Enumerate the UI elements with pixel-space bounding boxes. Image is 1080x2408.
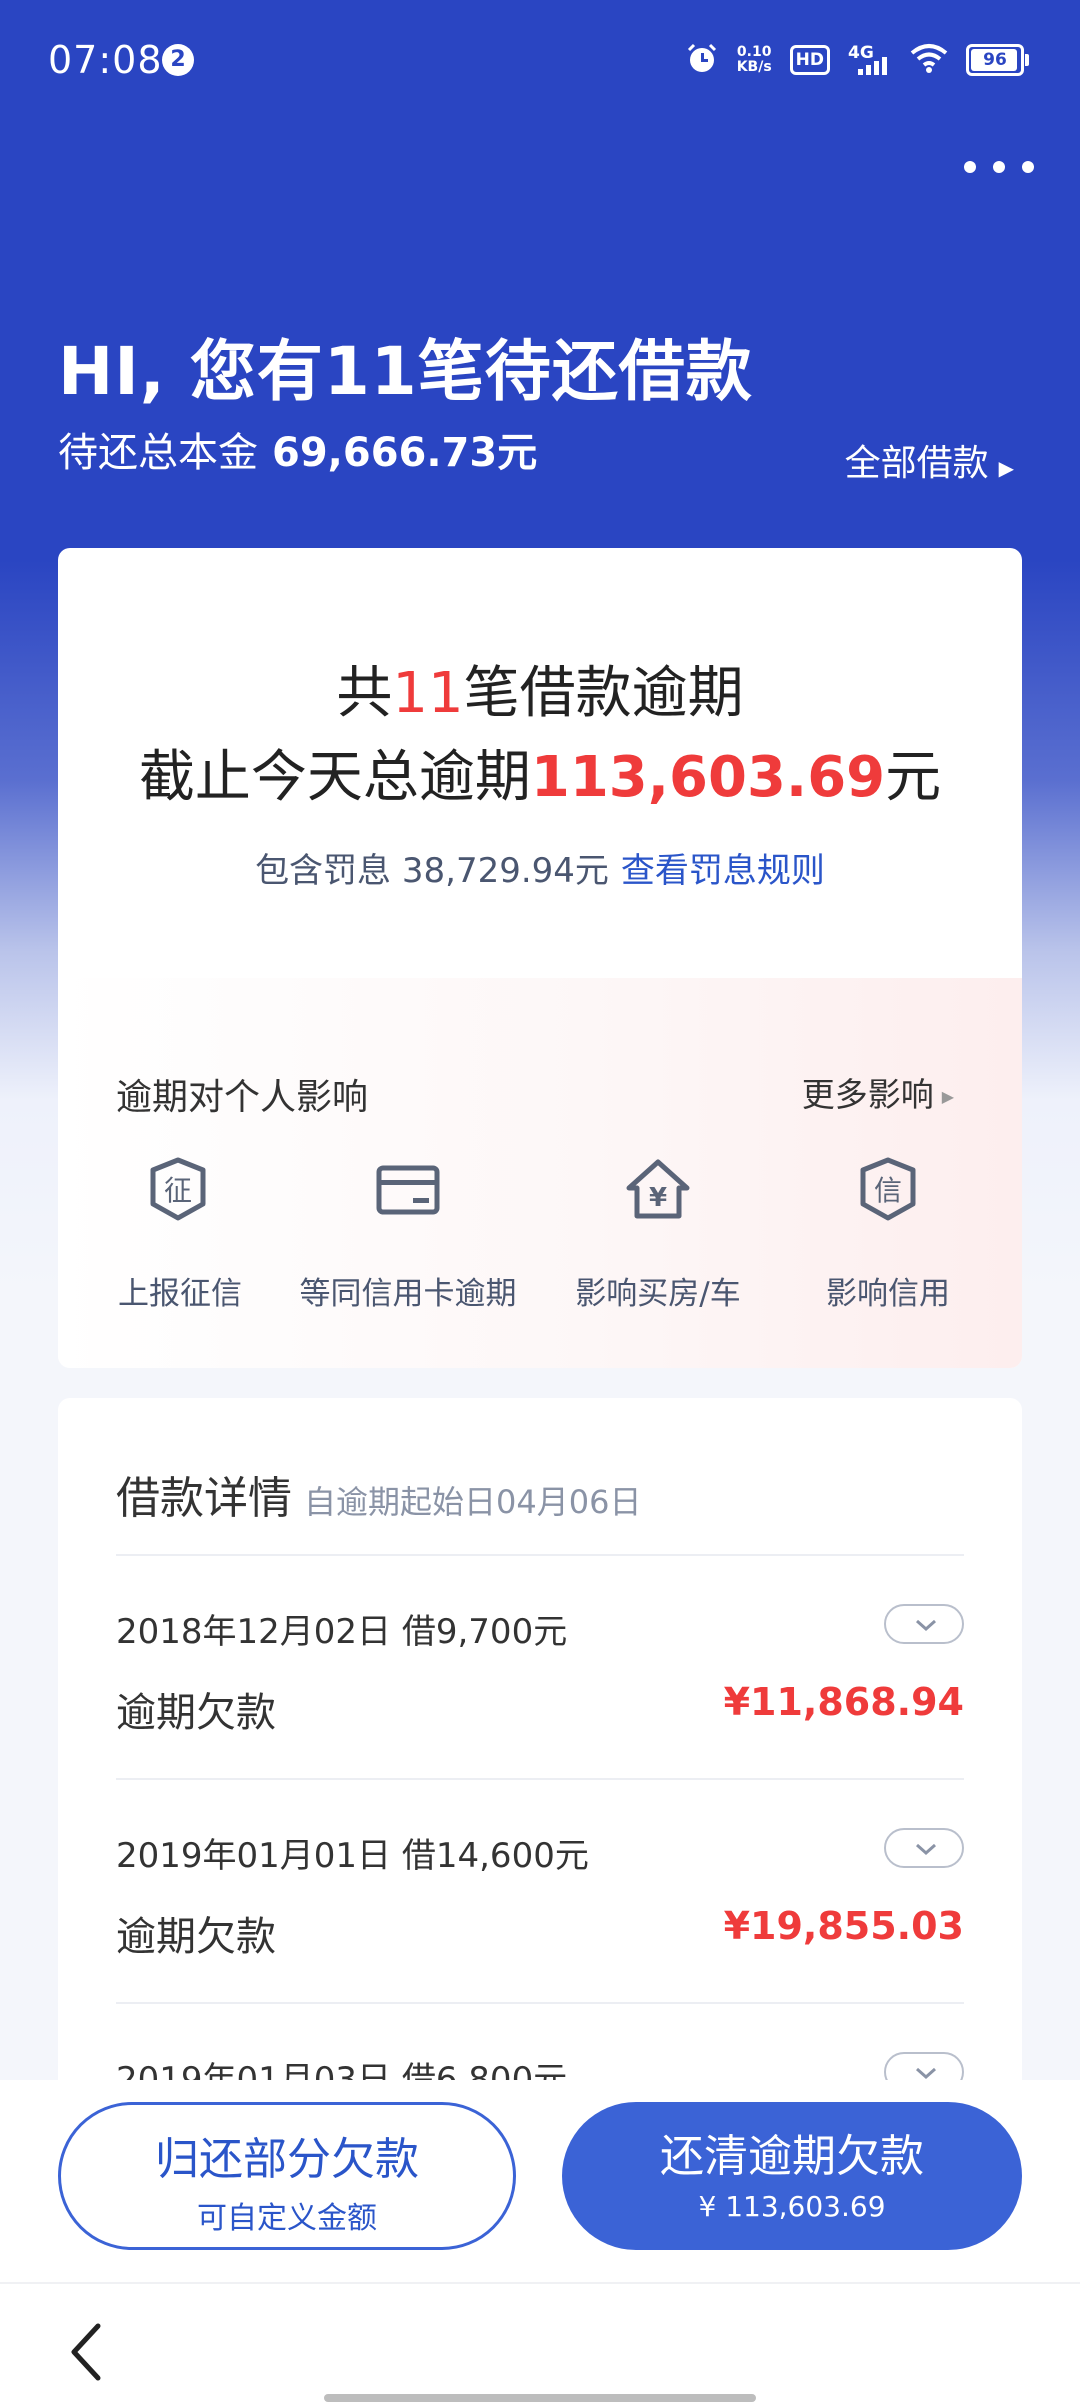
overdue-count: 共11笔借款逾期 bbox=[336, 661, 744, 726]
repay-partial-button[interactable]: 归还部分欠款 可自定义金额 bbox=[58, 2102, 516, 2250]
chevron-down-icon bbox=[916, 1843, 936, 1856]
repay-all-button[interactable]: 还清逾期欠款 ¥ 113,603.69 bbox=[562, 2102, 1022, 2250]
battery-icon: 96 bbox=[966, 44, 1029, 76]
all-loans-link[interactable]: 全部借款 ▶ bbox=[845, 434, 1014, 486]
overdue-total: 截止今天总逾期113,603.69元 bbox=[138, 745, 942, 810]
svg-text:¥: ¥ bbox=[649, 1183, 667, 1213]
net-speed: 0.10 KB/s bbox=[736, 44, 772, 75]
overdue-amount: ¥11,868.94 bbox=[723, 1680, 964, 1724]
page-title: HI, 您有11笔待还借款 bbox=[58, 333, 753, 410]
shield-credit-report-icon: 征 bbox=[143, 1154, 213, 1224]
more-impact-link[interactable]: 更多影响 ▶ bbox=[802, 1068, 954, 1116]
navigation-bar bbox=[0, 2282, 1080, 2408]
penalty-info: 包含罚息 38,729.94元 查看罚息规则 bbox=[255, 851, 825, 891]
action-bar: 归还部分欠款 可自定义金额 还清逾期欠款 ¥ 113,603.69 bbox=[0, 2080, 1080, 2282]
hd-badge: HD bbox=[789, 45, 830, 75]
alarm-icon bbox=[685, 41, 719, 79]
principal-summary: 待还总本金 69,666.73元 bbox=[58, 430, 538, 476]
notification-badge: 2 bbox=[162, 44, 194, 76]
status-icons: 0.10 KB/s HD 4G 96 bbox=[685, 40, 1029, 80]
loan-row[interactable]: 2018年12月02日 借9,700元 逾期欠款 ¥11,868.94 bbox=[116, 1554, 964, 1778]
expand-button[interactable] bbox=[884, 1828, 964, 1868]
impact-item-house-car: ¥ 影响买房/车 bbox=[568, 1154, 748, 1313]
impact-title: 逾期对个人影响 bbox=[116, 1077, 369, 1118]
overdue-label: 逾期欠款 bbox=[116, 1914, 276, 1960]
impact-item-credit-card: 等同信用卡逾期 bbox=[288, 1154, 528, 1313]
triangle-right-icon: ▶ bbox=[998, 456, 1014, 480]
shield-credit-icon: 信 bbox=[853, 1154, 923, 1224]
loan-row[interactable]: 2019年01月01日 借14,600元 逾期欠款 ¥19,855.03 bbox=[116, 1778, 964, 2002]
impact-item-credit: 信 影响信用 bbox=[818, 1154, 958, 1313]
impact-item-credit-report: 征 上报征信 bbox=[118, 1154, 242, 1313]
status-time: 07:08 bbox=[48, 38, 163, 82]
penalty-rules-link[interactable]: 查看罚息规则 bbox=[621, 851, 825, 891]
chevron-down-icon bbox=[916, 1619, 936, 1632]
wifi-icon bbox=[910, 43, 948, 77]
overdue-amount: ¥19,855.03 bbox=[723, 1904, 964, 1948]
svg-text:信: 信 bbox=[874, 1174, 902, 1207]
house-yuan-icon: ¥ bbox=[623, 1154, 693, 1224]
overdue-impact-section: 逾期对个人影响 更多影响 ▶ 征 上报征信 等同信用卡逾期 ¥ 影响买房/车 信… bbox=[58, 978, 1022, 1368]
loan-details-header: 借款详情 自逾期起始日04月06日 bbox=[116, 1473, 642, 1524]
more-menu-icon[interactable] bbox=[964, 150, 1034, 184]
status-bar: 07:08 2 0.10 KB/s HD 4G 96 bbox=[0, 0, 1080, 120]
principal-amount: 69,666.73元 bbox=[272, 430, 538, 476]
back-icon[interactable] bbox=[66, 2322, 106, 2386]
overdue-label: 逾期欠款 bbox=[116, 1690, 276, 1736]
credit-card-icon bbox=[373, 1154, 443, 1224]
signal-icon: 4G bbox=[848, 43, 892, 77]
svg-text:征: 征 bbox=[164, 1174, 192, 1207]
loan-details-card: 借款详情 自逾期起始日04月06日 2018年12月02日 借9,700元 逾期欠… bbox=[58, 1398, 1022, 2098]
loan-date: 2018年12月02日 借9,700元 bbox=[116, 1612, 568, 1652]
home-indicator[interactable] bbox=[324, 2394, 756, 2402]
overdue-summary-card: 共11笔借款逾期 截止今天总逾期113,603.69元 包含罚息 38,729.… bbox=[58, 548, 1022, 1368]
loan-date: 2019年01月01日 借14,600元 bbox=[116, 1836, 589, 1876]
triangle-right-icon: ▶ bbox=[941, 1087, 954, 1106]
chevron-down-icon bbox=[916, 2067, 936, 2080]
expand-button[interactable] bbox=[884, 1604, 964, 1644]
